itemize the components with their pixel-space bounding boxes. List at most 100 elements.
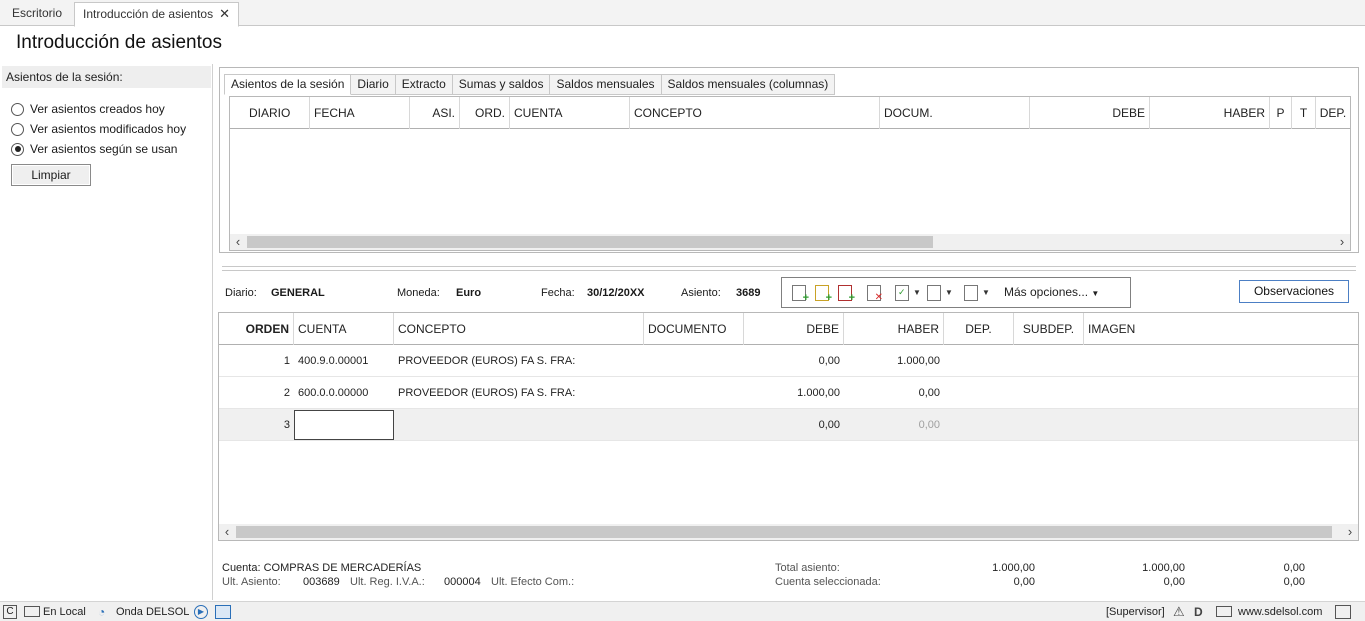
more-options-label: Más opciones... <box>1004 285 1089 299</box>
col-dep[interactable]: DEP. <box>1316 97 1350 129</box>
tab-diario[interactable]: Diario <box>351 74 396 95</box>
website-link[interactable]: www.sdelsol.com <box>1238 602 1322 621</box>
col-orden[interactable]: ORDEN <box>219 313 294 345</box>
ult-efecto-label: Ult. Efecto Com.: <box>491 576 575 588</box>
col-debe[interactable]: DEBE <box>744 313 844 345</box>
horizontal-scrollbar[interactable]: ‹ › <box>219 524 1358 540</box>
tab-saldos-mensuales-columnas[interactable]: Saldos mensuales (columnas) <box>661 74 836 95</box>
col-cuenta[interactable]: CUENTA <box>510 97 630 129</box>
table-row-active[interactable]: 3 0,00 0,00 <box>219 409 1358 441</box>
total-asiento-label: Total asiento: <box>775 562 840 574</box>
wave-icon: ◔ <box>98 605 106 619</box>
col-asi[interactable]: ASI. <box>410 97 460 129</box>
col-documento[interactable]: DOCUMENTO <box>644 313 744 345</box>
radio-modified-today[interactable]: Ver asientos modificados hoy <box>11 121 186 137</box>
tab-extracto[interactable]: Extracto <box>395 74 453 95</box>
tab-escritorio[interactable]: Escritorio <box>4 2 70 26</box>
scroll-left-icon[interactable]: ‹ <box>230 234 246 250</box>
session-entries-panel: Asientos de la sesión Diario Extracto Su… <box>219 67 1359 253</box>
radio-as-used[interactable]: Ver asientos según se usan <box>11 141 177 157</box>
col-haber[interactable]: HABER <box>844 313 944 345</box>
cuenta-edit-field[interactable] <box>294 410 394 440</box>
col-subdep[interactable]: SUBDEP. <box>1014 313 1084 345</box>
cell-cuenta[interactable]: 600.0.0.00000 <box>294 377 394 409</box>
chevron-down-icon[interactable]: ▼ <box>982 288 990 297</box>
divider <box>222 270 1356 271</box>
cell-haber[interactable]: 0,00 <box>844 377 944 409</box>
cell-documento[interactable] <box>644 345 744 377</box>
cell-concepto[interactable]: PROVEEDOR (EUROS) FA S. FRA: <box>394 345 644 377</box>
copy-icon[interactable] <box>927 285 941 301</box>
table-row[interactable]: 1 400.9.0.00001 PROVEEDOR (EUROS) FA S. … <box>219 345 1358 377</box>
entry-lines-grid: ORDEN CUENTA CONCEPTO DOCUMENTO DEBE HAB… <box>218 312 1359 541</box>
cell-debe[interactable]: 0,00 <box>744 409 844 441</box>
grid-icon[interactable] <box>215 605 231 619</box>
cell-haber[interactable]: 0,00 <box>844 409 944 441</box>
col-imagen[interactable]: IMAGEN <box>1084 313 1358 345</box>
ult-asiento-value: 003689 <box>303 576 340 588</box>
tab-saldos-mensuales[interactable]: Saldos mensuales <box>550 74 662 95</box>
cell-debe[interactable]: 0,00 <box>744 345 844 377</box>
col-concepto[interactable]: CONCEPTO <box>394 313 644 345</box>
scroll-right-icon[interactable]: › <box>1342 524 1358 540</box>
play-icon[interactable]: ▶ <box>194 605 208 619</box>
total-debe: 1.000,00 <box>992 562 1035 574</box>
onda-delsol-label[interactable]: Onda DELSOL <box>116 602 189 621</box>
radio-selected-icon[interactable] <box>11 142 24 156</box>
scrollbar-thumb[interactable] <box>247 236 933 248</box>
scroll-left-icon[interactable]: ‹ <box>219 524 235 540</box>
c-logo-icon[interactable]: C <box>3 605 17 619</box>
radio-icon[interactable] <box>11 102 24 116</box>
table-row[interactable]: 2 600.0.0.00000 PROVEEDOR (EUROS) FA S. … <box>219 377 1358 409</box>
cell-orden: 3 <box>283 419 290 431</box>
delete-line-icon[interactable]: ✕ <box>867 285 883 303</box>
validate-icon[interactable]: ✓ <box>895 285 909 301</box>
more-options-button[interactable]: Más opciones... ▼ <box>1004 278 1099 307</box>
scroll-right-icon[interactable]: › <box>1334 234 1350 250</box>
radio-created-today[interactable]: Ver asientos creados hoy <box>11 101 165 117</box>
new-line-icon[interactable]: + <box>792 285 809 304</box>
cell-concepto[interactable] <box>394 409 644 441</box>
clear-button[interactable]: Limpiar <box>11 164 91 186</box>
col-debe[interactable]: DEBE <box>1030 97 1150 129</box>
tab-introduccion-asientos-label: Introducción de asientos <box>83 7 214 21</box>
cell-concepto[interactable]: PROVEEDOR (EUROS) FA S. FRA: <box>394 377 644 409</box>
cell-documento[interactable] <box>644 377 744 409</box>
local-mode-label[interactable]: En Local <box>43 602 86 621</box>
col-t[interactable]: T <box>1292 97 1316 129</box>
col-cuenta[interactable]: CUENTA <box>294 313 394 345</box>
add-line-icon[interactable]: + <box>838 285 855 304</box>
col-fecha[interactable]: FECHA <box>310 97 410 129</box>
col-ord[interactable]: ORD. <box>460 97 510 129</box>
col-docum[interactable]: DOCUM. <box>880 97 1030 129</box>
insert-line-icon[interactable]: + <box>815 285 832 304</box>
mail-icon[interactable] <box>1216 606 1232 617</box>
horizontal-scrollbar[interactable]: ‹ › <box>230 234 1350 250</box>
tab-asientos-sesion[interactable]: Asientos de la sesión <box>224 74 352 95</box>
col-concepto[interactable]: CONCEPTO <box>630 97 880 129</box>
col-dep[interactable]: DEP. <box>944 313 1014 345</box>
asiento-value: 3689 <box>736 287 761 299</box>
cell-haber[interactable]: 1.000,00 <box>844 345 944 377</box>
ult-reg-iva-value: 000004 <box>444 576 481 588</box>
chevron-down-icon[interactable]: ▼ <box>945 288 953 297</box>
cell-debe[interactable]: 1.000,00 <box>744 377 844 409</box>
col-haber[interactable]: HABER <box>1150 97 1270 129</box>
total-saldo: 0,00 <box>1283 562 1305 574</box>
chevron-down-icon[interactable]: ▼ <box>913 288 921 297</box>
sel-haber: 0,00 <box>1163 576 1185 588</box>
tab-introduccion-asientos[interactable]: Introducción de asientos ✕ <box>74 2 239 27</box>
observaciones-button[interactable]: Observaciones <box>1239 280 1349 303</box>
scrollbar-thumb[interactable] <box>236 526 1332 538</box>
window-restore-icon[interactable] <box>1335 605 1351 619</box>
document-view-icon[interactable] <box>964 285 978 301</box>
ult-asiento-label: Ult. Asiento: <box>222 576 281 588</box>
d-logo-icon[interactable]: D <box>1194 605 1210 619</box>
col-p[interactable]: P <box>1270 97 1292 129</box>
col-diario[interactable]: DIARIO <box>230 97 310 129</box>
cell-cuenta[interactable]: 400.9.0.00001 <box>294 345 394 377</box>
close-icon[interactable]: ✕ <box>219 6 230 21</box>
radio-icon[interactable] <box>11 122 24 136</box>
warning-icon[interactable]: ⚠ <box>1173 605 1187 619</box>
tab-sumas-saldos[interactable]: Sumas y saldos <box>452 74 551 95</box>
